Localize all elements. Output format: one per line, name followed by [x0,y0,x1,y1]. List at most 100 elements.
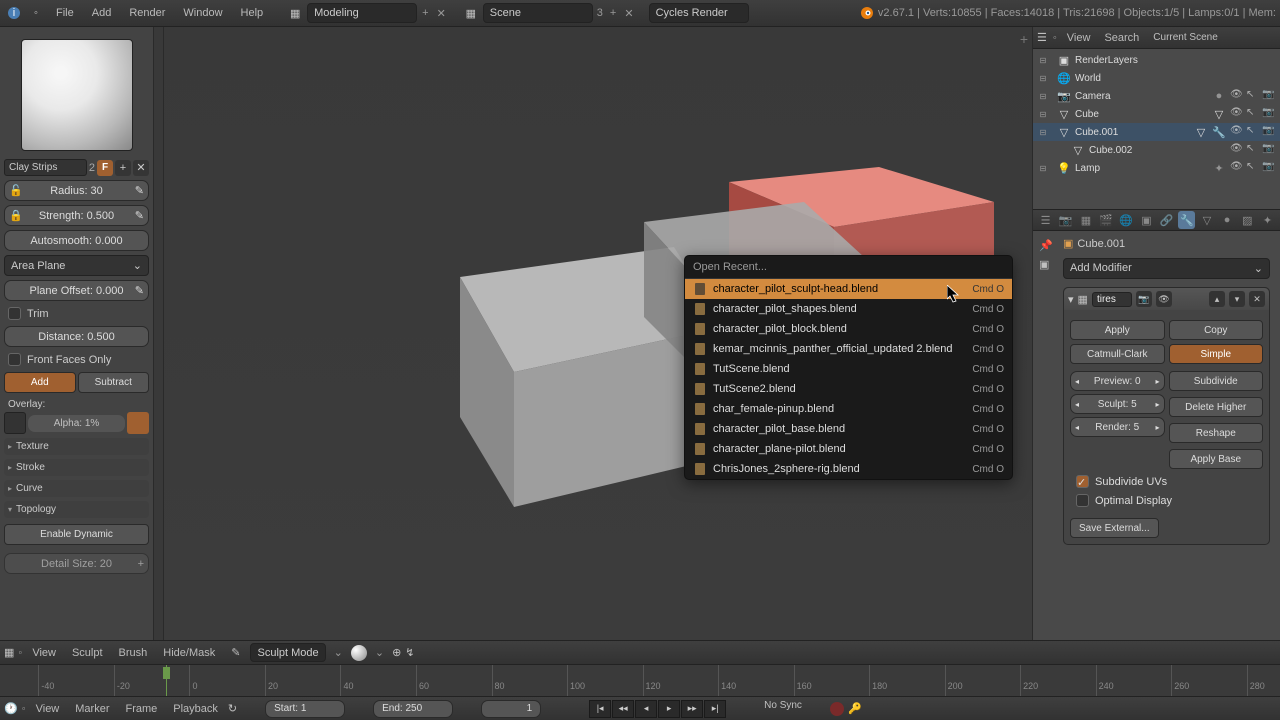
info-editor-icon[interactable]: i [4,3,24,23]
trim-checkbox[interactable]: Trim [4,305,149,322]
constraints-tab-icon[interactable]: 🔗 [1158,211,1175,229]
start-frame-field[interactable]: Start: 1 [265,700,345,718]
catmull-clark-button[interactable]: Catmull-Clark [1070,344,1165,364]
layout-dropdown[interactable]: Modeling [307,3,417,23]
recent-file-item[interactable]: ChrisJones_2sphere-rig.blendCmd O [685,459,1012,479]
modifier-name-field[interactable] [1092,292,1132,307]
add-modifier-button[interactable]: Add Modifier ⌄ [1063,258,1270,279]
shading-icon[interactable] [351,645,367,661]
eye-icon[interactable]: 👁 [1230,89,1244,103]
recent-file-item[interactable]: character_pilot_block.blendCmd O [685,319,1012,339]
copy-button[interactable]: Copy [1169,320,1264,340]
subtract-button[interactable]: Subtract [78,372,150,393]
3dview-editor-icon[interactable]: ▦ [4,646,14,659]
cursor-icon[interactable]: ↖ [1246,143,1260,157]
properties-editor-icon[interactable]: ☰ [1037,211,1054,229]
timeline-editor-icon[interactable]: 🕐 [4,702,18,715]
subdivide-button[interactable]: Subdivide [1169,371,1264,391]
keyframe-prev-icon[interactable]: ◂◂ [612,700,634,718]
modifier-render-toggle[interactable]: 📷 [1136,291,1152,307]
play-reverse-icon[interactable]: ◂ [635,700,657,718]
keyframe-next-icon[interactable]: ▸▸ [681,700,703,718]
screen-browse-icon[interactable]: ▦ [285,3,305,23]
scene-tab-icon[interactable]: 🎬 [1098,211,1115,229]
pivot-icon[interactable]: ⊕ [392,646,401,659]
radius-slider[interactable]: 🔓Radius: 30✎ [4,180,149,201]
brush-name-field[interactable]: Clay Strips [4,159,87,176]
preview-slider[interactable]: Preview: 0 [1070,371,1165,391]
layout-add-icon[interactable]: + [419,7,431,20]
outliner-row[interactable]: ⊟🌐World [1033,69,1280,87]
recent-file-item[interactable]: TutScene.blendCmd O [685,359,1012,379]
brush-overlay-icon[interactable] [127,412,149,434]
apply-base-button[interactable]: Apply Base [1169,449,1264,469]
modifier-movedown-icon[interactable]: ▾ [1229,291,1245,307]
autosmooth-slider[interactable]: Autosmooth: 0.000 [4,230,149,251]
menu-file[interactable]: File [48,3,82,23]
stroke-panel[interactable]: Stroke [4,459,149,476]
tl-view-menu[interactable]: View [30,701,66,717]
render-tab-icon[interactable]: 📷 [1057,211,1074,229]
end-frame-field[interactable]: End: 250 [373,700,453,718]
auto-keyframe-icon[interactable] [830,702,844,716]
cursor-icon[interactable]: ↖ [1246,161,1260,175]
recent-file-item[interactable]: char_female-pinup.blendCmd O [685,399,1012,419]
camera-toggle-icon[interactable]: 📷 [1262,125,1276,139]
menu-render[interactable]: Render [121,3,173,23]
eye-icon[interactable]: 👁 [1230,107,1244,121]
recent-file-item[interactable]: character_pilot_sculpt-head.blendCmd O [685,279,1012,299]
add-button[interactable]: Add [4,372,76,393]
toolshelf-drag-handle[interactable] [154,27,164,640]
strength-slider[interactable]: 🔒Strength: 0.500✎ [4,205,149,226]
camera-toggle-icon[interactable]: 📷 [1262,107,1276,121]
world-tab-icon[interactable]: 🌐 [1118,211,1135,229]
recent-file-item[interactable]: TutScene2.blendCmd O [685,379,1012,399]
brush-add-icon[interactable]: + [115,160,131,176]
render-slider[interactable]: Render: 5 [1070,417,1165,437]
simple-button[interactable]: Simple [1169,344,1264,364]
object-tab-icon[interactable]: ▣ [1138,211,1155,229]
current-frame-field[interactable]: 1 [481,700,541,718]
layers-tab-icon[interactable]: ▦ [1077,211,1094,229]
cursor-icon[interactable]: ↖ [1246,125,1260,139]
vp-hidemask-menu[interactable]: Hide/Mask [157,645,221,661]
outliner-editor-icon[interactable]: ☰ [1037,31,1047,44]
jump-end-icon[interactable]: ▸| [704,700,726,718]
timeline-ruler[interactable]: -40-200204060801001201401601802002202402… [0,664,1280,696]
expand-icon[interactable]: ◦ [26,3,46,23]
pen-icon[interactable]: ✎ [225,644,246,661]
optimal-display-checkbox[interactable]: Optimal Display [1070,491,1263,510]
outliner-mode-dropdown[interactable]: Current Scene [1153,32,1239,43]
sync-dropdown[interactable]: No Sync [764,700,802,718]
mode-dropdown[interactable]: Sculpt Mode [250,643,325,662]
tl-playback-menu[interactable]: Playback [167,701,224,717]
outliner-row[interactable]: ⊟▣RenderLayers [1033,51,1280,69]
scene-browse-icon[interactable]: ▦ [461,3,481,23]
particles-tab-icon[interactable]: ✦ [1259,211,1276,229]
brush-delete-icon[interactable]: ✕ [133,160,149,176]
vp-brush-menu[interactable]: Brush [113,645,154,661]
tl-marker-menu[interactable]: Marker [69,701,115,717]
plane-select[interactable]: Area Plane⌄ [4,255,149,276]
outliner-row[interactable]: ⊟💡Lamp✦👁↖📷 [1033,159,1280,177]
scene-delete-icon[interactable]: ✕ [621,7,636,20]
3d-viewport[interactable]: Open Recent... character_pilot_sculpt-he… [164,27,1032,640]
modifiers-tab-icon[interactable]: 🔧 [1178,211,1195,229]
eye-icon[interactable]: 👁 [1230,125,1244,139]
cursor-icon[interactable]: ↖ [1246,89,1260,103]
sculpt-slider[interactable]: Sculpt: 5 [1070,394,1165,414]
vp-view-menu[interactable]: View [26,645,62,661]
cursor-icon[interactable]: ↖ [1246,107,1260,121]
modifier-moveup-icon[interactable]: ▴ [1209,291,1225,307]
tl-frame-menu[interactable]: Frame [120,701,164,717]
save-external-button[interactable]: Save External... [1070,518,1159,538]
front-faces-checkbox[interactable]: Front Faces Only [4,351,149,368]
render-engine-dropdown[interactable]: Cycles Render [649,3,749,23]
scene-dropdown[interactable]: Scene [483,3,593,23]
outliner-tree[interactable]: ⊟▣RenderLayers⊟🌐World⊟📷Camera●👁↖📷⊟▽Cube▽… [1033,49,1280,209]
enable-dynamic-button[interactable]: Enable Dynamic [4,524,149,545]
camera-toggle-icon[interactable]: 📷 [1262,161,1276,175]
texture-panel[interactable]: Texture [4,438,149,455]
modifier-delete-icon[interactable]: ✕ [1249,291,1265,307]
menu-add[interactable]: Add [84,3,120,23]
